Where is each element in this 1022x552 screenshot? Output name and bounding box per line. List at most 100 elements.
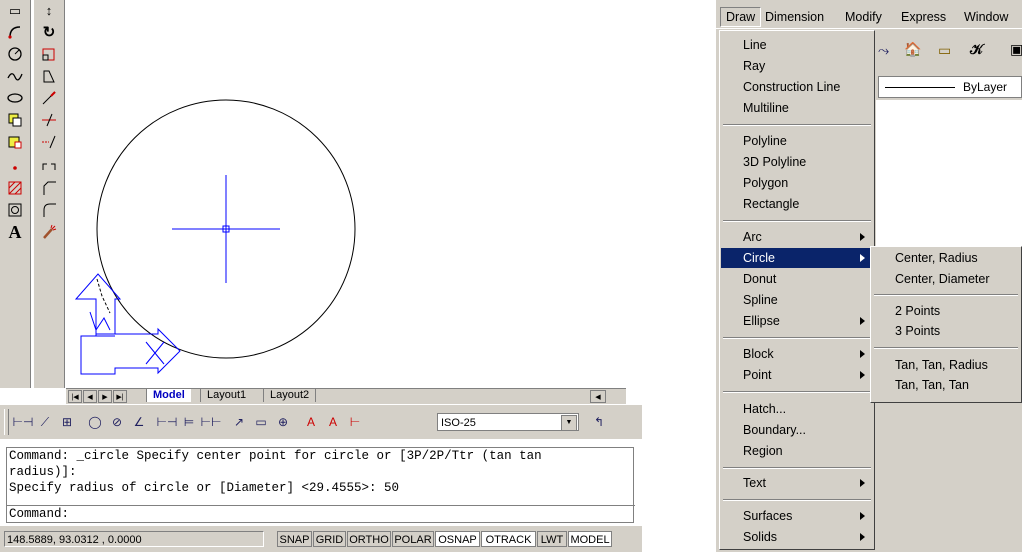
lwt-toggle[interactable]: LWT (537, 531, 567, 547)
menu-item-spline[interactable]: Spline (721, 290, 873, 310)
menu-item-polyline[interactable]: Polyline (721, 131, 873, 151)
block-editor-icon[interactable]: 🏠 (904, 41, 921, 58)
otrack-toggle[interactable]: OTRACK (481, 531, 536, 547)
horizontal-scroll-left[interactable]: ◀ (590, 390, 606, 403)
menu-draw[interactable]: Draw (720, 7, 762, 27)
ordinate-dim-icon[interactable]: ⊞ (58, 413, 76, 431)
menu-item-text[interactable]: Text (721, 473, 873, 493)
grid-toggle[interactable]: GRID (313, 531, 346, 547)
submenu-tan-tan-radius[interactable]: Tan, Tan, Radius (873, 355, 1021, 375)
model-toggle[interactable]: MODEL (568, 531, 612, 547)
menu-item-donut[interactable]: Donut (721, 269, 873, 289)
dim-text-edit-icon[interactable]: A (324, 413, 342, 431)
command-input[interactable]: Command: (7, 505, 635, 522)
properties-icon[interactable]: 𝒦 (970, 41, 983, 58)
prev-tab-button[interactable]: ◀ (83, 390, 97, 403)
point-tool-icon[interactable] (4, 156, 26, 176)
menu-modify[interactable]: Modify (840, 8, 887, 26)
menu-item-rectangle[interactable]: Rectangle (721, 194, 873, 214)
menu-item-circle[interactable]: Circle (721, 248, 873, 268)
ellipse-tool-icon[interactable] (4, 88, 26, 108)
tolerance-icon[interactable]: ▭ (252, 413, 270, 431)
angular-dim-icon[interactable]: ∠ (130, 413, 148, 431)
aligned-dim-icon[interactable]: ⟋ (36, 413, 54, 431)
snap-toggle[interactable]: SNAP (277, 531, 312, 547)
drawing-canvas[interactable] (66, 0, 642, 388)
scale-icon[interactable] (38, 44, 60, 64)
menu-item-3d-polyline[interactable]: 3D Polyline (721, 152, 873, 172)
arc-tool-icon[interactable] (4, 22, 26, 42)
ucs-icon (74, 273, 181, 375)
menu-item-solids[interactable]: Solids (721, 527, 873, 547)
insert-block-icon[interactable] (4, 110, 26, 130)
baseline-dim-icon[interactable]: ⊨ (180, 413, 198, 431)
layer-icon[interactable]: ▣ (1010, 41, 1022, 58)
dim-style-select[interactable]: ISO-25 ▼ (437, 413, 579, 431)
dim-style-icon[interactable]: ↰ (590, 413, 608, 431)
rotate-icon[interactable]: ↻ (38, 22, 60, 42)
menu-item-point[interactable]: Point (721, 365, 873, 385)
menu-window[interactable]: Window (959, 8, 1013, 26)
fillet-icon[interactable] (38, 200, 60, 220)
menu-item-ellipse[interactable]: Ellipse (721, 311, 873, 331)
quick-dim-icon[interactable]: ⊢⊣ (157, 413, 178, 431)
first-tab-button[interactable]: |◀ (68, 390, 82, 403)
dim-update-icon[interactable]: ⊢ (346, 413, 364, 431)
toolbar-grip[interactable] (4, 409, 9, 435)
multiline-text-icon[interactable]: A (4, 222, 26, 242)
break-icon[interactable] (38, 156, 60, 176)
menu-item-polygon[interactable]: Polygon (721, 173, 873, 193)
chamfer-icon[interactable] (38, 178, 60, 198)
menu-express[interactable]: Express (896, 8, 951, 26)
tab-model[interactable]: Model (146, 389, 191, 402)
center-mark-icon[interactable]: ⊕ (274, 413, 292, 431)
next-tab-button[interactable]: ▶ (98, 390, 112, 403)
tab-layout1[interactable]: Layout1 (200, 389, 252, 402)
linetype-select[interactable]: ByLayer (878, 76, 1022, 98)
menu-item-arc[interactable]: Arc (721, 227, 873, 247)
menu-item-surfaces[interactable]: Surfaces (721, 506, 873, 526)
lengthen-icon[interactable] (38, 88, 60, 108)
linear-dim-icon[interactable]: ⊢⊣ (13, 413, 34, 431)
spline-tool-icon[interactable] (4, 66, 26, 86)
menu-item-ray[interactable]: Ray (721, 56, 873, 76)
submenu-3-points[interactable]: 3 Points (873, 321, 1021, 341)
continue-dim-icon[interactable]: ⊢⊢ (201, 413, 222, 431)
quick-leader-icon[interactable]: ↗ (230, 413, 248, 431)
menu-item-block[interactable]: Block (721, 344, 873, 364)
menu-item-region[interactable]: Region (721, 441, 873, 461)
osnap-toggle[interactable]: OSNAP (435, 531, 480, 547)
explode-icon[interactable] (38, 222, 60, 242)
menu-item-construction-line[interactable]: Construction Line (721, 77, 873, 97)
submenu-tan-tan-tan[interactable]: Tan, Tan, Tan (873, 375, 1021, 395)
menu-dimension[interactable]: Dimension (760, 8, 829, 26)
circle-tool-icon[interactable] (4, 44, 26, 64)
menu-separator (723, 391, 871, 393)
dim-edit-icon[interactable]: A (302, 413, 320, 431)
line-tool-icon[interactable]: ▭ (4, 0, 26, 20)
submenu-center-diameter[interactable]: Center, Diameter (873, 269, 1021, 289)
polyline-edit-icon[interactable]: ⤳ (878, 42, 889, 59)
region-tool-icon[interactable] (4, 200, 26, 220)
submenu-center-radius[interactable]: Center, Radius (873, 248, 1021, 268)
move-icon[interactable]: ↕ (38, 0, 60, 20)
radius-dim-icon[interactable]: ◯ (86, 413, 104, 431)
last-tab-button[interactable]: ▶| (113, 390, 127, 403)
make-block-icon[interactable] (4, 132, 26, 152)
chevron-down-icon[interactable]: ▼ (561, 415, 577, 431)
menu-item-hatch[interactable]: Hatch... (721, 399, 873, 419)
menu-item-boundary[interactable]: Boundary... (721, 420, 873, 440)
polar-toggle[interactable]: POLAR (392, 531, 434, 547)
menu-item-multiline[interactable]: Multiline (721, 98, 873, 118)
submenu-2-points[interactable]: 2 Points (873, 301, 1021, 321)
ortho-toggle[interactable]: ORTHO (347, 531, 391, 547)
extend-icon[interactable] (38, 132, 60, 152)
menu-item-line[interactable]: Line (721, 35, 873, 55)
stretch-icon[interactable] (38, 66, 60, 86)
measure-icon[interactable]: ▭ (938, 42, 951, 59)
diameter-dim-icon[interactable]: ⊘ (108, 413, 126, 431)
hatch-tool-icon[interactable] (4, 178, 26, 198)
tab-layout2[interactable]: Layout2 (263, 389, 317, 402)
trim-icon[interactable] (38, 110, 60, 130)
command-history-line2: radius)]: (9, 465, 77, 479)
